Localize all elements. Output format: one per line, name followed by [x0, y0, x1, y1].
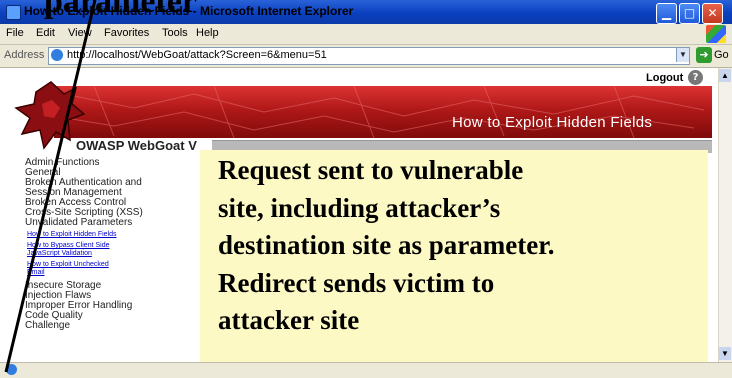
category-challenge[interactable]: Challenge: [25, 321, 215, 331]
callout-line-1: Request sent to vulnerable: [218, 155, 524, 185]
menu-favorites[interactable]: Favorites: [104, 27, 149, 39]
go-arrow-icon[interactable]: ➜: [696, 47, 712, 63]
callout-line-5: attacker site: [218, 305, 360, 335]
status-bar: [0, 362, 732, 378]
category-unvalidated-parameters[interactable]: Unvalidated Parameters: [25, 218, 215, 228]
lesson-link-bypass-client-side[interactable]: How to Bypass Client Side: [27, 242, 215, 250]
slide-title-fragment: parameter: [44, 0, 197, 20]
callout-line-3: destination site as parameter.: [218, 230, 555, 260]
windows-logo-icon: [706, 25, 726, 43]
ie-status-icon: [6, 364, 17, 375]
scroll-up-icon[interactable]: ▲: [719, 69, 731, 82]
ie-icon: [6, 5, 21, 20]
minimize-button[interactable]: ▁: [656, 3, 677, 24]
lesson-link-unchecked-email[interactable]: How to Exploit Unchecked: [27, 261, 215, 269]
address-url[interactable]: http://localhost/WebGoat/attack?Screen=6…: [67, 49, 327, 61]
maximize-button[interactable]: □: [679, 3, 700, 24]
callout-line-4: Redirect sends victim to: [218, 267, 495, 298]
scroll-down-icon[interactable]: ▼: [719, 347, 731, 360]
go-button[interactable]: Go: [714, 49, 729, 61]
close-button[interactable]: ✕: [702, 3, 723, 24]
menu-tools[interactable]: Tools: [162, 27, 188, 39]
vertical-scrollbar[interactable]: [718, 68, 732, 362]
callout-line-2: site, including attacker’s: [218, 192, 501, 223]
address-label: Address: [4, 49, 45, 61]
ie-page-icon: [51, 49, 63, 61]
menu-edit[interactable]: Edit: [36, 27, 55, 39]
lesson-link-hidden-fields[interactable]: How to Exploit Hidden Fields: [27, 231, 215, 239]
lesson-menu: Admin Functions General Broken Authentic…: [25, 158, 215, 331]
help-icon[interactable]: ?: [688, 70, 703, 85]
lesson-link-bypass-client-side-2[interactable]: JavaScript Validation: [27, 250, 215, 258]
logout-link[interactable]: Logout: [646, 72, 683, 84]
webgoat-brand: OWASP WebGoat V: [76, 138, 197, 153]
menu-file[interactable]: File: [6, 27, 24, 39]
chevron-down-icon[interactable]: ▼: [676, 48, 689, 62]
lesson-link-unchecked-email-2[interactable]: Email: [27, 269, 215, 277]
menu-view[interactable]: View: [68, 27, 92, 39]
menu-help[interactable]: Help: [196, 27, 219, 39]
callout-text: Request sent to vulnerable site, includi…: [218, 152, 708, 340]
lesson-title: How to Exploit Hidden Fields: [452, 114, 653, 131]
